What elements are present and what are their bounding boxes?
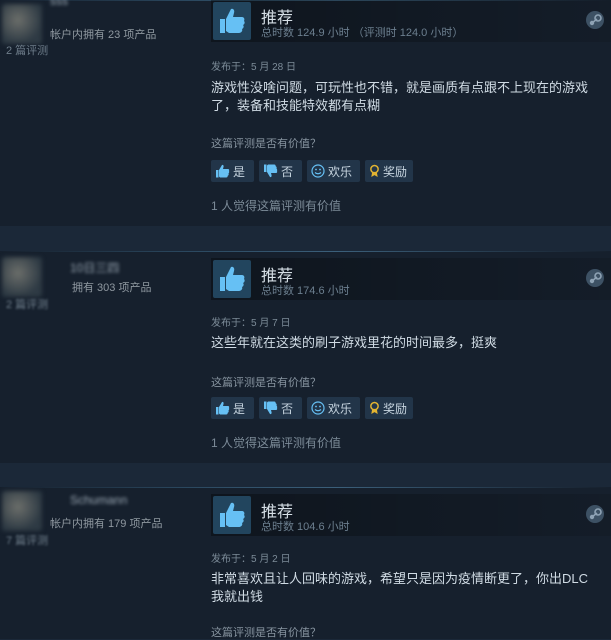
vote-yes-button[interactable]: 是: [211, 160, 254, 182]
reviews-written[interactable]: 2 篇评测: [6, 42, 48, 58]
vote-no-label: 否: [281, 401, 294, 416]
thumbs-up-small-icon: [216, 164, 230, 178]
reviews-written[interactable]: 7 篇评测: [6, 532, 48, 548]
products-owned[interactable]: 帐户内拥有 23 项产品: [50, 26, 156, 42]
thumbs-up-icon: [213, 2, 251, 40]
thumbs-down-small-icon: [264, 401, 278, 415]
vote-yes-button[interactable]: 是: [211, 397, 254, 419]
thumbs-up-small-icon: [216, 401, 230, 415]
author-name[interactable]: Schumann: [70, 493, 127, 507]
helpful-question: 这篇评测是否有价值？: [211, 138, 321, 150]
posted-date: 发布于：5 月 28 日: [211, 62, 297, 73]
helpful-count: 1 人觉得这篇评测有价值: [211, 436, 342, 450]
helpful-count: 1 人觉得这篇评测有价值: [211, 199, 342, 213]
review-author[interactable]: 10日三四 拥有 303 项产品 2 篇评测: [0, 251, 200, 331]
posted-date: 发布于：5 月 2 日: [211, 554, 291, 565]
author-name[interactable]: 10日三四: [70, 259, 119, 276]
vote-funny-label: 欢乐: [328, 401, 353, 416]
avatar[interactable]: [2, 4, 42, 44]
review-card: 10日三四 拥有 303 项产品 2 篇评测 推荐 总时数 174.6 小时 发…: [0, 251, 611, 463]
author-name[interactable]: sss: [50, 0, 68, 8]
helpful-question: 这篇评测是否有价值？: [211, 627, 321, 639]
playtime-hours: 总时数 174.6 小时: [261, 285, 350, 297]
award-label: 奖励: [382, 164, 407, 179]
thumbs-down-small-icon: [264, 164, 278, 178]
vote-header[interactable]: 推荐 总时数 124.9 小时 （评测时 124.0 小时）: [211, 0, 611, 42]
vote-yes-label: 是: [233, 164, 246, 179]
review-card: Schumann 帐户内拥有 179 项产品 7 篇评测 推荐 总时数 104.…: [0, 487, 611, 639]
award-button[interactable]: 奖励: [365, 160, 413, 182]
award-label: 奖励: [382, 401, 407, 416]
thumbs-up-icon: [213, 260, 251, 298]
vote-funny-label: 欢乐: [328, 164, 353, 179]
reviews-written[interactable]: 2 篇评测: [6, 296, 48, 312]
thumbs-up-icon: [213, 496, 251, 534]
products-owned-label: 拥有 303 项产品: [72, 282, 152, 294]
posted-date: 发布于：5 月 7 日: [211, 318, 291, 329]
products-owned-label: 帐户内拥有 179 项产品: [50, 518, 163, 530]
vote-no-label: 否: [281, 164, 294, 179]
products-owned-label: 帐户内拥有 23 项产品: [50, 29, 157, 41]
products-owned[interactable]: 帐户内拥有 179 项产品: [50, 515, 162, 531]
vote-funny-button[interactable]: 欢乐: [307, 397, 360, 419]
playtime-hours: 总时数 104.6 小时: [261, 521, 350, 533]
review-text: 这些年就在这类的刷子游戏里花的时间最多，挺爽: [211, 335, 498, 350]
avatar[interactable]: [2, 491, 42, 531]
steam-logo-icon: [586, 505, 604, 523]
helpful-question: 这篇评测是否有价值？: [211, 377, 321, 389]
vote-no-button[interactable]: 否: [259, 160, 302, 182]
vote-funny-button[interactable]: 欢乐: [307, 160, 360, 182]
vote-header[interactable]: 推荐 总时数 104.6 小时: [211, 494, 611, 536]
review-author[interactable]: sss 帐户内拥有 23 项产品 2 篇评测: [0, 0, 200, 80]
award-ribbon-icon: [370, 164, 379, 177]
steam-logo-icon: [586, 11, 604, 29]
products-owned[interactable]: 拥有 303 项产品: [72, 279, 151, 295]
playtime-hours: 总时数 124.9 小时 （评测时 124.0 小时）: [261, 27, 464, 39]
smiley-icon: [311, 164, 325, 178]
review-text: 游戏性没啥问题，可玩性也不错，就是画质有点跟不上现在的游戏了，装备和技能特效都有…: [211, 80, 589, 113]
award-button[interactable]: 奖励: [365, 397, 413, 419]
avatar[interactable]: [2, 257, 42, 297]
vote-no-button[interactable]: 否: [259, 397, 302, 419]
review-text: 非常喜欢且让人回味的游戏，希望只是因为疫情断更了，你出DLC我就出钱: [211, 571, 589, 604]
review-card: sss 帐户内拥有 23 项产品 2 篇评测 推荐 总时数 124.9 小时 （…: [0, 0, 611, 226]
review-author[interactable]: Schumann 帐户内拥有 179 项产品 7 篇评测: [0, 487, 200, 567]
award-ribbon-icon: [370, 401, 379, 414]
smiley-icon: [311, 401, 325, 415]
vote-header[interactable]: 推荐 总时数 174.6 小时: [211, 258, 611, 300]
steam-logo-icon: [586, 269, 604, 287]
vote-yes-label: 是: [233, 401, 246, 416]
